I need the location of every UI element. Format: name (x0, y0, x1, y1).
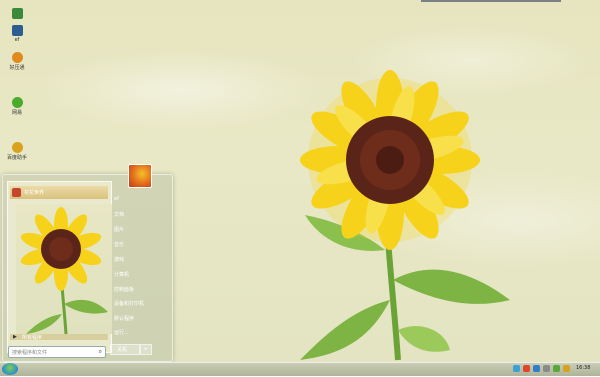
start-item-run[interactable]: 运行... (114, 329, 129, 336)
pinned-program-label: 花花世界 (24, 190, 45, 196)
user-folder-icon (11, 25, 23, 36)
tray-network-icon[interactable] (513, 365, 520, 372)
pinned-program[interactable]: 花花世界 (10, 186, 108, 199)
desktop-icon-haoya[interactable]: 好压通 (2, 52, 32, 71)
desktop-icon-label: ef (14, 37, 20, 43)
user-avatar[interactable] (128, 164, 152, 188)
tray-antivirus-icon[interactable] (523, 365, 530, 372)
all-programs-label: 所有程序 (22, 335, 43, 341)
tray-flag-icon[interactable] (543, 365, 550, 372)
shutdown-button[interactable]: 关机 (110, 344, 140, 355)
start-item-computer[interactable]: 计算机 (114, 271, 129, 278)
desktop-icon-baidu[interactable]: 百度助手 (2, 142, 32, 161)
shutdown-options-button[interactable]: ▸ (140, 344, 152, 355)
shutdown-label: 关机 (117, 347, 128, 353)
desktop-icon-label: 百度助手 (6, 155, 27, 161)
top-edge-bar (421, 0, 561, 2)
start-item-games[interactable]: 游戏 (114, 256, 124, 263)
sunflower-preview-image (16, 204, 112, 334)
desktop-icon-ef[interactable]: ef (2, 25, 32, 43)
search-icon: ⌕ (98, 348, 102, 355)
start-item-documents[interactable]: 文档 (114, 211, 124, 218)
start-item-music[interactable]: 音乐 (114, 241, 124, 248)
tray-volume-icon[interactable] (553, 365, 560, 372)
start-item-pictures[interactable]: 图片 (114, 226, 124, 233)
all-programs-button[interactable]: ▶ 所有程序 (10, 334, 108, 341)
search-placeholder: 搜索程序和文件 (12, 350, 48, 356)
start-item-devices-printers[interactable]: 设备和打印机 (114, 300, 144, 307)
haoya-icon (11, 52, 23, 63)
theme-app-icon (12, 188, 21, 197)
taskbar (0, 362, 600, 376)
chevron-right-icon: ▶ (13, 334, 17, 340)
taskbar-clock[interactable]: 16:38 (576, 365, 590, 371)
start-item-control-panel[interactable]: 控制面板 (114, 286, 134, 293)
start-item-default-programs[interactable]: 默认程序 (114, 315, 134, 322)
app-icon (11, 8, 23, 19)
start-button[interactable] (2, 363, 18, 375)
start-menu: 花花世界 ▶ 所有程序 搜索程序和文件 ⌕ (2, 174, 173, 362)
desktop-icon-label: 好压通 (9, 65, 25, 71)
desktop-icon-netease[interactable]: 网易 (2, 97, 32, 116)
desktop-icon-0[interactable] (2, 8, 32, 20)
tray-power-icon[interactable] (563, 365, 570, 372)
start-menu-programs-pane: 花花世界 ▶ 所有程序 (7, 181, 112, 353)
tray-app-icon[interactable] (533, 365, 540, 372)
baidu-helper-icon (11, 142, 23, 153)
start-item-user[interactable]: ef (114, 196, 119, 202)
netease-icon (11, 97, 23, 108)
start-search-input[interactable]: 搜索程序和文件 ⌕ (8, 346, 106, 358)
desktop-icon-label: 网易 (11, 110, 22, 116)
